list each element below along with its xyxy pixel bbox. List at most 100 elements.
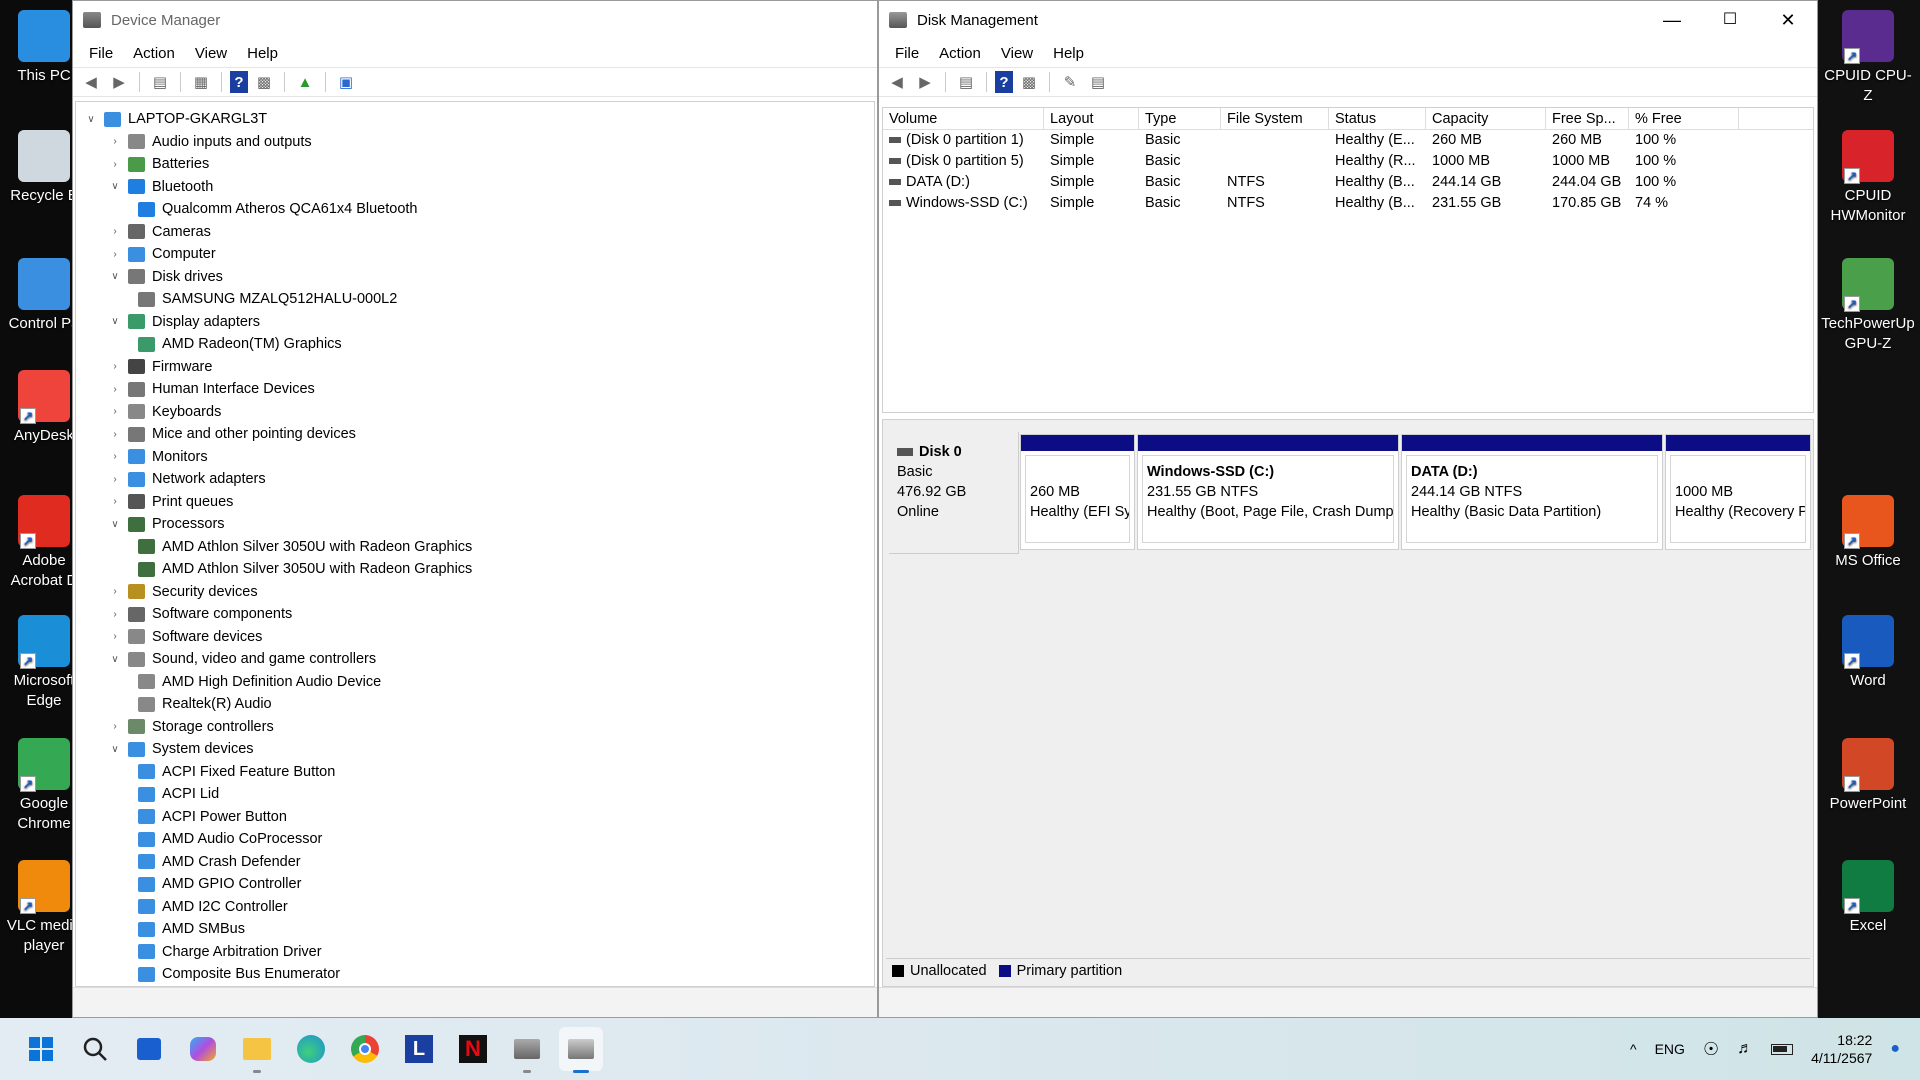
connect-disk-icon[interactable]: ✎ [1058,71,1082,93]
start-button[interactable] [19,1027,63,1071]
device-manager-taskbar-icon[interactable] [505,1027,549,1073]
copilot-taskbar-icon[interactable] [181,1027,225,1071]
tree-category[interactable]: › Keyboards [76,401,874,424]
desktop-shortcut[interactable]: ↗ TechPowerUp GPU-Z [1820,258,1916,354]
chevron-down-icon[interactable]: ∨ [108,519,122,530]
desktop-shortcut[interactable]: ↗ MS Office [1820,495,1916,571]
tree-category[interactable]: › Print queues [76,491,874,514]
notification-bell-icon[interactable]: ● [1890,1040,1900,1058]
chevron-right-icon[interactable]: › [108,361,122,372]
tree-category[interactable]: › Mice and other pointing devices [76,423,874,446]
table-row[interactable]: (Disk 0 partition 5) Simple Basic Healthy (… [883,151,1813,172]
column-header-type[interactable]: Type [1139,108,1221,129]
tree-device[interactable]: AMD Athlon Silver 3050U with Radeon Grap… [76,536,874,559]
tree-category[interactable]: › Software components [76,603,874,626]
maximize-button[interactable]: ☐ [1701,1,1759,39]
dm-menu-file[interactable]: File [79,45,123,62]
microsoft-store-taskbar-icon[interactable] [127,1027,171,1071]
properties-icon[interactable]: ▦ [189,71,213,93]
disk-menu-help[interactable]: Help [1043,45,1094,62]
tree-category[interactable]: › Network adapters [76,468,874,491]
chevron-right-icon[interactable]: › [108,631,122,642]
chevron-down-icon[interactable]: ∨ [108,744,122,755]
chevron-down-icon[interactable]: ∨ [108,316,122,327]
minimize-button[interactable]: — [1643,1,1701,39]
chevron-right-icon[interactable]: › [108,474,122,485]
tree-device[interactable]: AMD Crash Defender [76,851,874,874]
chevron-down-icon[interactable]: ∨ [108,271,122,282]
tree-device[interactable]: AMD Athlon Silver 3050U with Radeon Grap… [76,558,874,581]
desktop-shortcut[interactable]: ↗ Excel [1820,860,1916,936]
show-hide-console-tree-icon[interactable]: ▤ [954,71,978,93]
disk-properties-icon[interactable]: ▤ [1086,71,1110,93]
column-header-volume[interactable]: Volume [883,108,1044,129]
network-globe-icon[interactable]: ☉ [1703,1039,1719,1060]
disk-menu-action[interactable]: Action [929,45,991,62]
volume-icon[interactable]: ♬ [1737,1040,1753,1058]
back-arrow-icon[interactable]: ◀ [79,71,103,93]
forward-arrow-icon[interactable]: ▶ [913,71,937,93]
help-icon[interactable]: ? [230,71,248,93]
tree-category[interactable]: ∨ Sound, video and game controllers [76,648,874,671]
tree-category[interactable]: ∨ Disk drives [76,266,874,289]
update-driver-icon[interactable]: ▲ [293,71,317,93]
dm-menu-action[interactable]: Action [123,45,185,62]
tree-category[interactable]: › Storage controllers [76,716,874,739]
chevron-up-icon[interactable]: ^ [1630,1041,1637,1057]
tree-device[interactable]: AMD I2C Controller [76,896,874,919]
forward-arrow-icon[interactable]: ▶ [107,71,131,93]
tree-category[interactable]: ∨ Processors [76,513,874,536]
tree-device[interactable]: Composite Bus Enumerator [76,963,874,986]
dm-menu-view[interactable]: View [185,45,237,62]
tree-category[interactable]: › Security devices [76,581,874,604]
disk-menu-view[interactable]: View [991,45,1043,62]
partition-recovery[interactable]: 1000 MB Healthy (Recovery P [1665,434,1811,550]
column-header-capacity[interactable]: Capacity [1426,108,1546,129]
tree-device[interactable]: ACPI Fixed Feature Button [76,761,874,784]
tree-category[interactable]: › Batteries [76,153,874,176]
desktop-shortcut[interactable]: ↗ PowerPoint [1820,738,1916,814]
tree-category[interactable]: › Audio inputs and outputs [76,131,874,154]
tree-device[interactable]: Charge Arbitration Driver [76,941,874,964]
disk-menu-file[interactable]: File [885,45,929,62]
tree-category[interactable]: ∨ Bluetooth [76,176,874,199]
chevron-right-icon[interactable]: › [108,226,122,237]
device-manager-titlebar[interactable]: Device Manager [73,1,877,39]
chrome-taskbar-icon[interactable] [343,1027,387,1071]
desktop-shortcut[interactable]: ↗ CPUID CPU-Z [1820,10,1916,106]
netflix-taskbar-icon[interactable]: N [451,1027,495,1071]
tree-category[interactable]: ∨ System devices [76,738,874,761]
tree-device[interactable]: Realtek(R) Audio [76,693,874,716]
scan-hardware-changes-icon[interactable]: ▣ [334,71,358,93]
chevron-down-icon[interactable]: ∨ [84,114,98,125]
chevron-right-icon[interactable]: › [108,249,122,260]
column-header-percent-free[interactable]: % Free [1629,108,1739,129]
tree-device[interactable]: AMD Radeon(TM) Graphics [76,333,874,356]
chevron-right-icon[interactable]: › [108,496,122,507]
show-action-pane-icon[interactable]: ▩ [1017,71,1041,93]
partition-data[interactable]: DATA (D:) 244.14 GB NTFS Healthy (Basic … [1401,434,1663,550]
tree-category[interactable]: › Human Interface Devices [76,378,874,401]
tree-device[interactable]: AMD Audio CoProcessor [76,828,874,851]
tree-root[interactable]: ∨ LAPTOP-GKARGL3T [76,108,874,131]
disk-0-label[interactable]: Disk 0 Basic 476.92 GB Online [889,432,1019,554]
battery-icon[interactable] [1771,1043,1794,1055]
column-header-free-space[interactable]: Free Sp... [1546,108,1629,129]
l-app-taskbar-icon[interactable]: L [397,1027,441,1071]
back-arrow-icon[interactable]: ◀ [885,71,909,93]
show-hide-console-tree-icon[interactable]: ▤ [148,71,172,93]
tree-device[interactable]: AMD GPIO Controller [76,873,874,896]
edge-taskbar-icon[interactable] [289,1027,333,1071]
chevron-down-icon[interactable]: ∨ [108,181,122,192]
search-button[interactable] [73,1027,117,1071]
chevron-right-icon[interactable]: › [108,136,122,147]
chevron-right-icon[interactable]: › [108,159,122,170]
desktop-shortcut[interactable]: ↗ Word [1820,615,1916,691]
dm-menu-help[interactable]: Help [237,45,288,62]
tree-category[interactable]: › Monitors [76,446,874,469]
tree-category[interactable]: › Computer [76,243,874,266]
tree-device[interactable]: Qualcomm Atheros QCA61x4 Bluetooth [76,198,874,221]
column-header-status[interactable]: Status [1329,108,1426,129]
help-icon[interactable]: ? [995,71,1013,93]
disk-management-taskbar-icon[interactable] [559,1027,603,1073]
